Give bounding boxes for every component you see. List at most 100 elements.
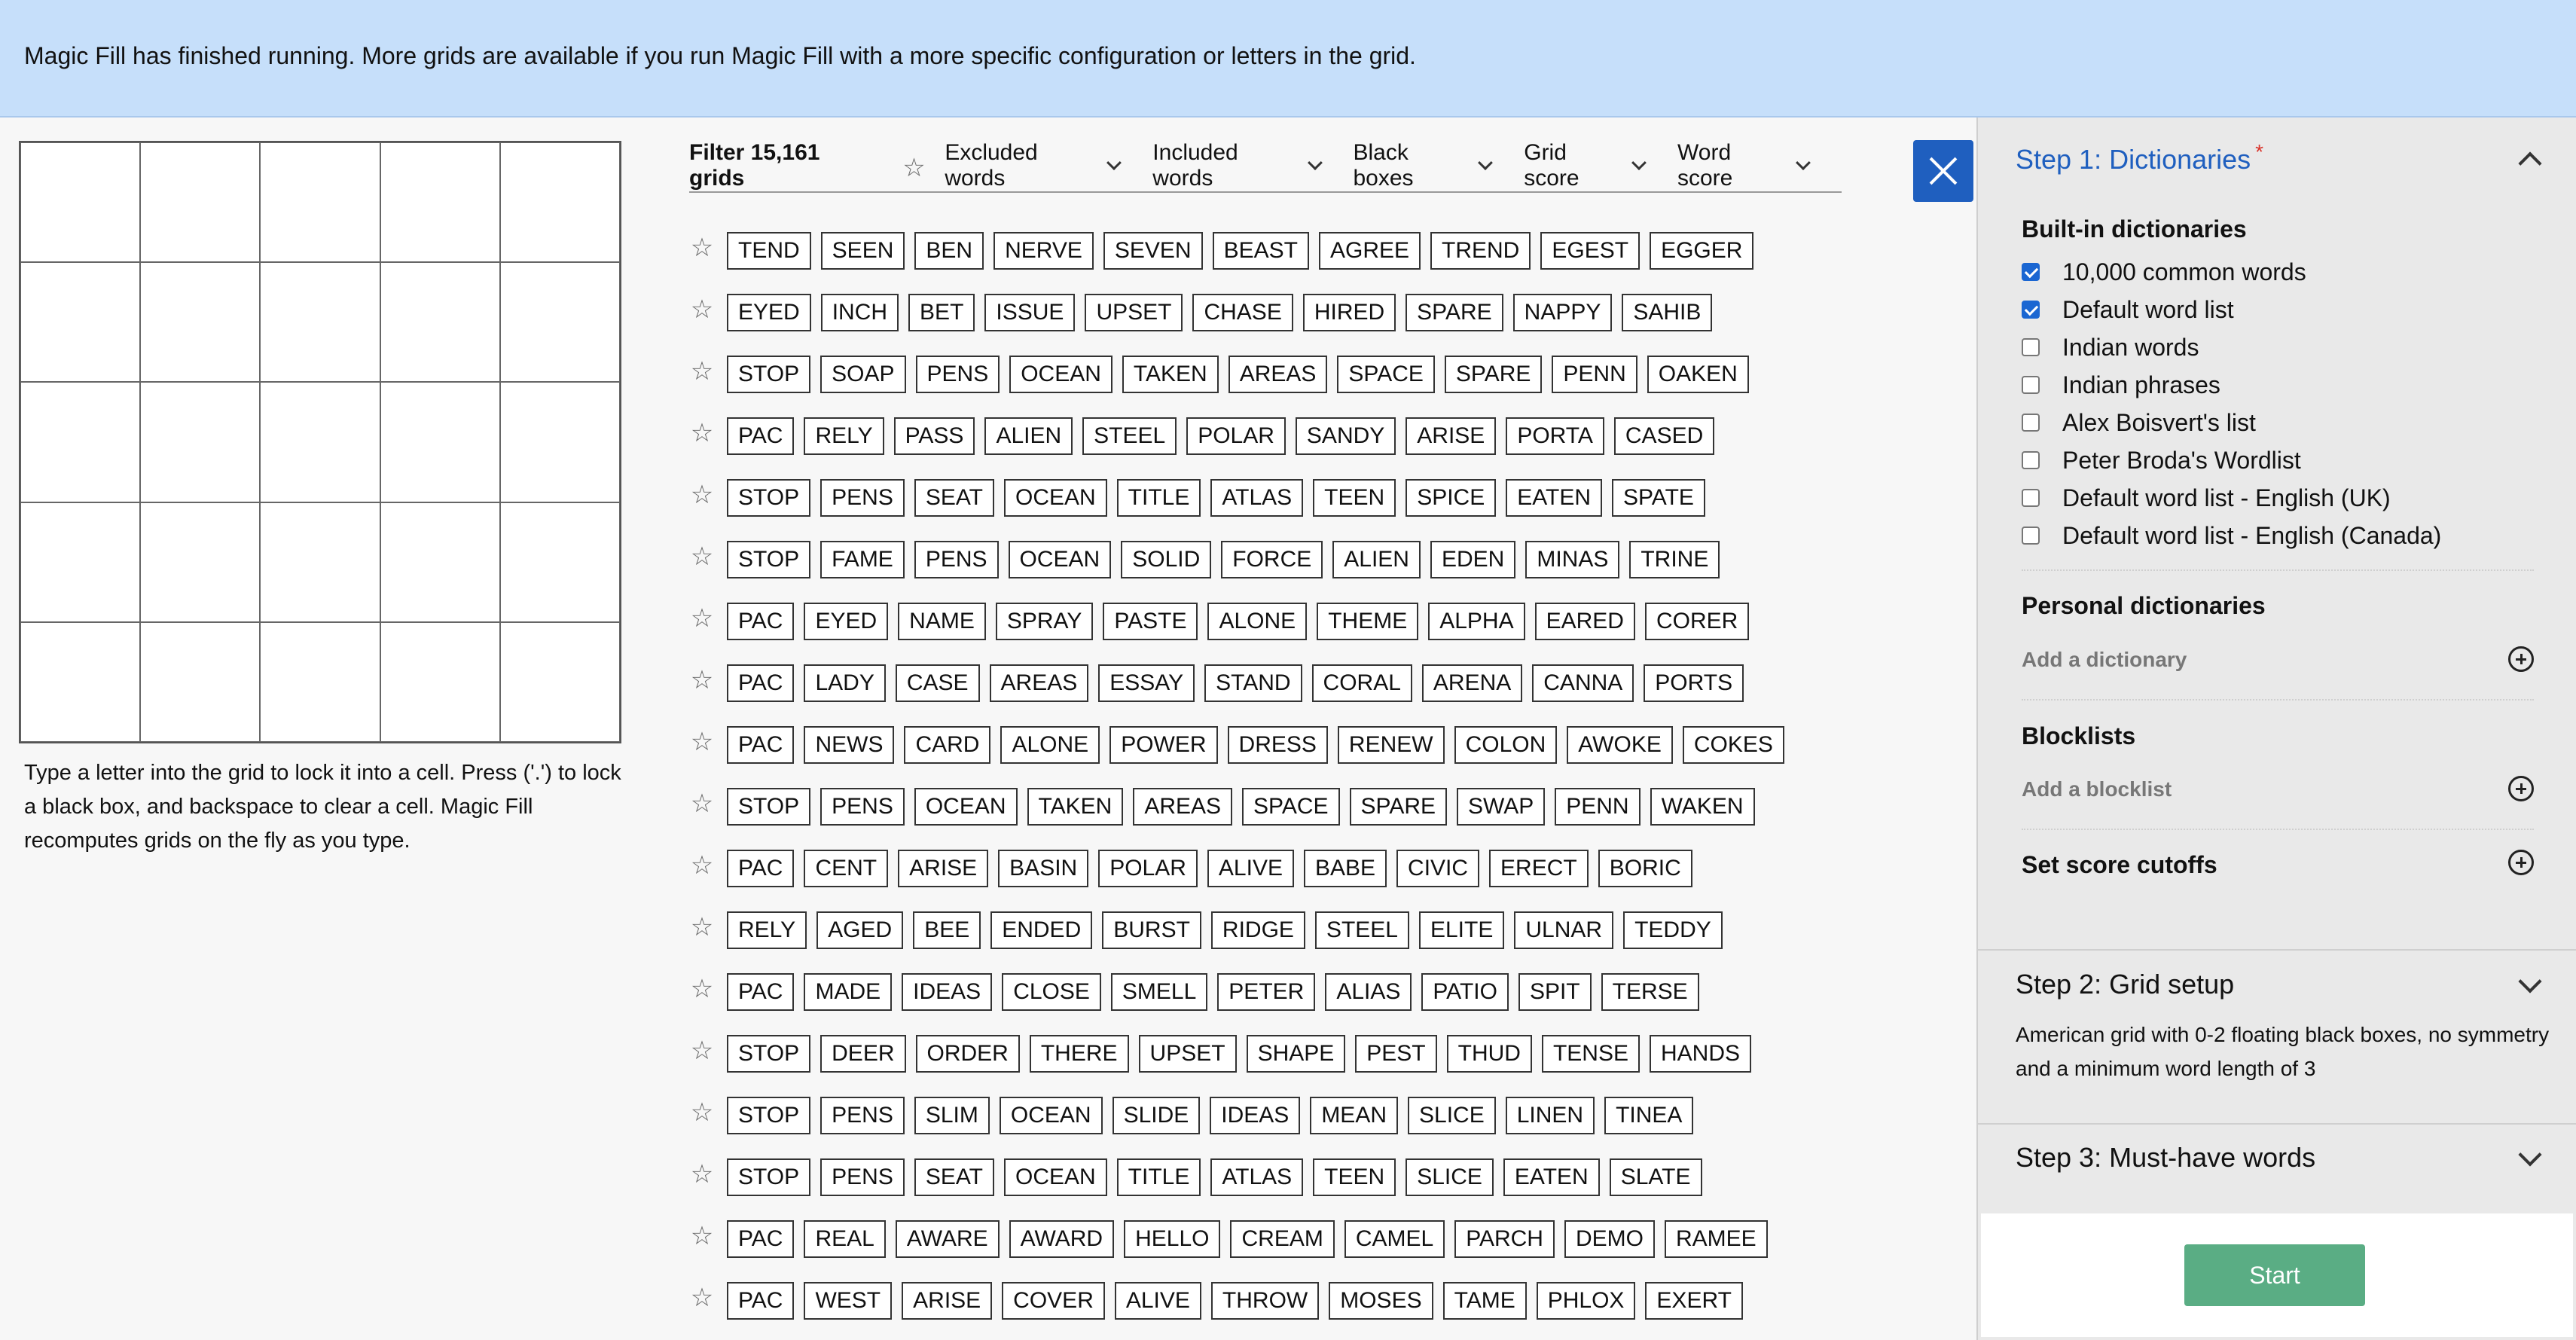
grid-result-row[interactable]: ☆ STOP SOAP PENS OCEAN TAKEN AREAS SPACE SPARE PE… xyxy=(689,343,1909,405)
word-chip[interactable]: MOSES xyxy=(1329,1282,1433,1320)
word-chip[interactable]: OCEAN xyxy=(1008,541,1112,578)
grid-result-row[interactable]: ☆ PAC NEWS CARD ALONE POWER DRESS RENEW COLON AWO… xyxy=(689,714,1909,776)
word-chip[interactable]: FORCE xyxy=(1221,541,1323,578)
word-chip[interactable]: BEAST xyxy=(1212,232,1309,270)
word-chip[interactable]: BEE xyxy=(913,911,981,949)
word-chip[interactable]: SEAT xyxy=(914,479,994,517)
word-chip[interactable]: NAME xyxy=(898,603,986,640)
word-chip[interactable]: SPIT xyxy=(1518,973,1592,1011)
step1-header[interactable]: Step 1: Dictionaries * xyxy=(2016,140,2263,176)
crossword-grid[interactable] xyxy=(19,141,621,743)
dictionary-option[interactable]: Peter Broda's Wordlist xyxy=(2022,441,2441,479)
word-chip[interactable]: SOAP xyxy=(820,356,906,393)
grid-cell[interactable] xyxy=(499,382,620,502)
grid-result-row[interactable]: ☆ STOP DEER ORDER THERE UPSET SHAPE PEST THUD TEN… xyxy=(689,1023,1909,1085)
word-chip[interactable]: ATLAS xyxy=(1210,479,1304,517)
word-chip[interactable]: ISSUE xyxy=(984,294,1076,331)
word-chip[interactable]: POWER xyxy=(1109,726,1218,764)
grid-cell[interactable] xyxy=(260,621,380,742)
word-chip[interactable]: PAC xyxy=(727,603,795,640)
word-chip[interactable]: AWOKE xyxy=(1567,726,1673,764)
star-icon[interactable]: ☆ xyxy=(689,297,715,322)
word-chip[interactable]: SPATE xyxy=(1612,479,1705,517)
word-chip[interactable]: PETER xyxy=(1217,973,1316,1011)
word-chip[interactable]: TINEA xyxy=(1604,1097,1694,1134)
word-chip[interactable]: SPICE xyxy=(1406,479,1497,517)
word-chip[interactable]: TENSE xyxy=(1541,1035,1640,1073)
word-chip[interactable]: SAHIB xyxy=(1622,294,1713,331)
star-icon[interactable]: ☆ xyxy=(689,606,715,631)
word-chip[interactable]: PASS xyxy=(893,417,975,455)
word-chip[interactable]: ALIVE xyxy=(1207,850,1294,887)
word-chip[interactable]: CASE xyxy=(895,664,980,702)
dictionary-option[interactable]: Default word list xyxy=(2022,291,2441,328)
word-chip[interactable]: BET xyxy=(908,294,975,331)
word-chip[interactable]: EGGER xyxy=(1650,232,1754,270)
grid-result-row[interactable]: ☆ EYED INCH BET ISSUE UPSET CHASE HIRED SPARE NAP… xyxy=(689,282,1909,343)
word-chip[interactable]: EARED xyxy=(1534,603,1635,640)
dictionary-checkbox[interactable] xyxy=(2022,414,2040,432)
dictionary-checkbox[interactable] xyxy=(2022,527,2040,545)
word-chip[interactable]: FAME xyxy=(820,541,905,578)
close-button[interactable] xyxy=(1913,140,1973,202)
word-chip[interactable]: RELY xyxy=(727,911,807,949)
word-chip[interactable]: EYED xyxy=(727,294,811,331)
word-chip[interactable]: PARCH xyxy=(1454,1220,1555,1258)
word-chip[interactable]: SWAP xyxy=(1457,788,1546,826)
dictionary-option[interactable]: Default word list - English (UK) xyxy=(2022,479,2441,517)
grid-cell[interactable] xyxy=(380,502,500,622)
word-chip[interactable]: WAKEN xyxy=(1650,788,1755,826)
word-chip[interactable]: PENS xyxy=(820,479,905,517)
word-chip[interactable]: AGED xyxy=(816,911,904,949)
word-chip[interactable]: ULNAR xyxy=(1514,911,1614,949)
grid-result-row[interactable]: ☆ STOP PENS OCEAN TAKEN AREAS SPACE SPARE SWAP PE… xyxy=(689,776,1909,838)
star-icon[interactable]: ☆ xyxy=(689,853,715,878)
word-chip[interactable]: IDEAS xyxy=(902,973,993,1011)
grid-result-row[interactable]: ☆ PAC LADY CASE AREAS ESSAY STAND CORAL ARENA CAN… xyxy=(689,652,1909,714)
word-chip[interactable]: STOP xyxy=(727,1097,811,1134)
word-chip[interactable]: MINAS xyxy=(1525,541,1620,578)
word-chip[interactable]: RENEW xyxy=(1337,726,1445,764)
word-chip[interactable]: ALIAS xyxy=(1325,973,1412,1011)
word-chip[interactable]: ERECT xyxy=(1489,850,1589,887)
word-chip[interactable]: PATIO xyxy=(1421,973,1509,1011)
grid-cell[interactable] xyxy=(20,621,141,742)
grid-cell[interactable] xyxy=(140,502,261,622)
word-chip[interactable]: MADE xyxy=(804,973,893,1011)
word-chip[interactable]: CHASE xyxy=(1192,294,1293,331)
grid-cell[interactable] xyxy=(140,621,261,742)
word-chip[interactable]: ALONE xyxy=(1207,603,1308,640)
dictionary-checkbox[interactable] xyxy=(2022,338,2040,356)
grid-cell[interactable] xyxy=(499,621,620,742)
star-icon[interactable]: ☆ xyxy=(689,482,715,508)
star-icon[interactable]: ☆ xyxy=(689,235,715,261)
word-chip[interactable]: HELLO xyxy=(1124,1220,1221,1258)
grid-cell[interactable] xyxy=(499,502,620,622)
word-chip[interactable]: CLOSE xyxy=(1002,973,1101,1011)
word-chip[interactable]: ELITE xyxy=(1418,911,1505,949)
grid-result-row[interactable]: ☆ TEND SEEN BEN NERVE SEVEN BEAST AGREE TREND EGE… xyxy=(689,220,1909,282)
word-chip[interactable]: TITLE xyxy=(1116,479,1201,517)
start-button[interactable]: Start xyxy=(2184,1244,2365,1306)
word-chip[interactable]: OCEAN xyxy=(914,788,1018,826)
step2-title[interactable]: Step 2: Grid setup xyxy=(2016,969,2234,1000)
star-icon[interactable]: ☆ xyxy=(689,729,715,755)
word-chip[interactable]: STAND xyxy=(1204,664,1302,702)
word-chip[interactable]: CIVIC xyxy=(1396,850,1480,887)
word-chip[interactable]: PENS xyxy=(820,788,905,826)
word-chip[interactable]: NERVE xyxy=(993,232,1094,270)
word-chip[interactable]: THEME xyxy=(1317,603,1419,640)
word-chip[interactable]: STOP xyxy=(727,1035,811,1073)
star-icon[interactable]: ☆ xyxy=(689,1223,715,1249)
score-cutoffs-row[interactable]: Set score cutoffs xyxy=(2022,850,2534,879)
word-chip[interactable]: OCEAN xyxy=(1009,356,1113,393)
word-chip[interactable]: PENS xyxy=(820,1158,905,1196)
word-chip[interactable]: DRESS xyxy=(1227,726,1328,764)
word-chip[interactable]: THUD xyxy=(1446,1035,1532,1073)
word-chip[interactable]: HANDS xyxy=(1650,1035,1752,1073)
word-chip[interactable]: STEEL xyxy=(1314,911,1409,949)
grid-cell[interactable] xyxy=(20,142,141,263)
word-chip[interactable]: THROW xyxy=(1210,1282,1320,1320)
add-dictionary-icon[interactable] xyxy=(2508,646,2534,672)
grid-cell[interactable] xyxy=(140,142,261,263)
